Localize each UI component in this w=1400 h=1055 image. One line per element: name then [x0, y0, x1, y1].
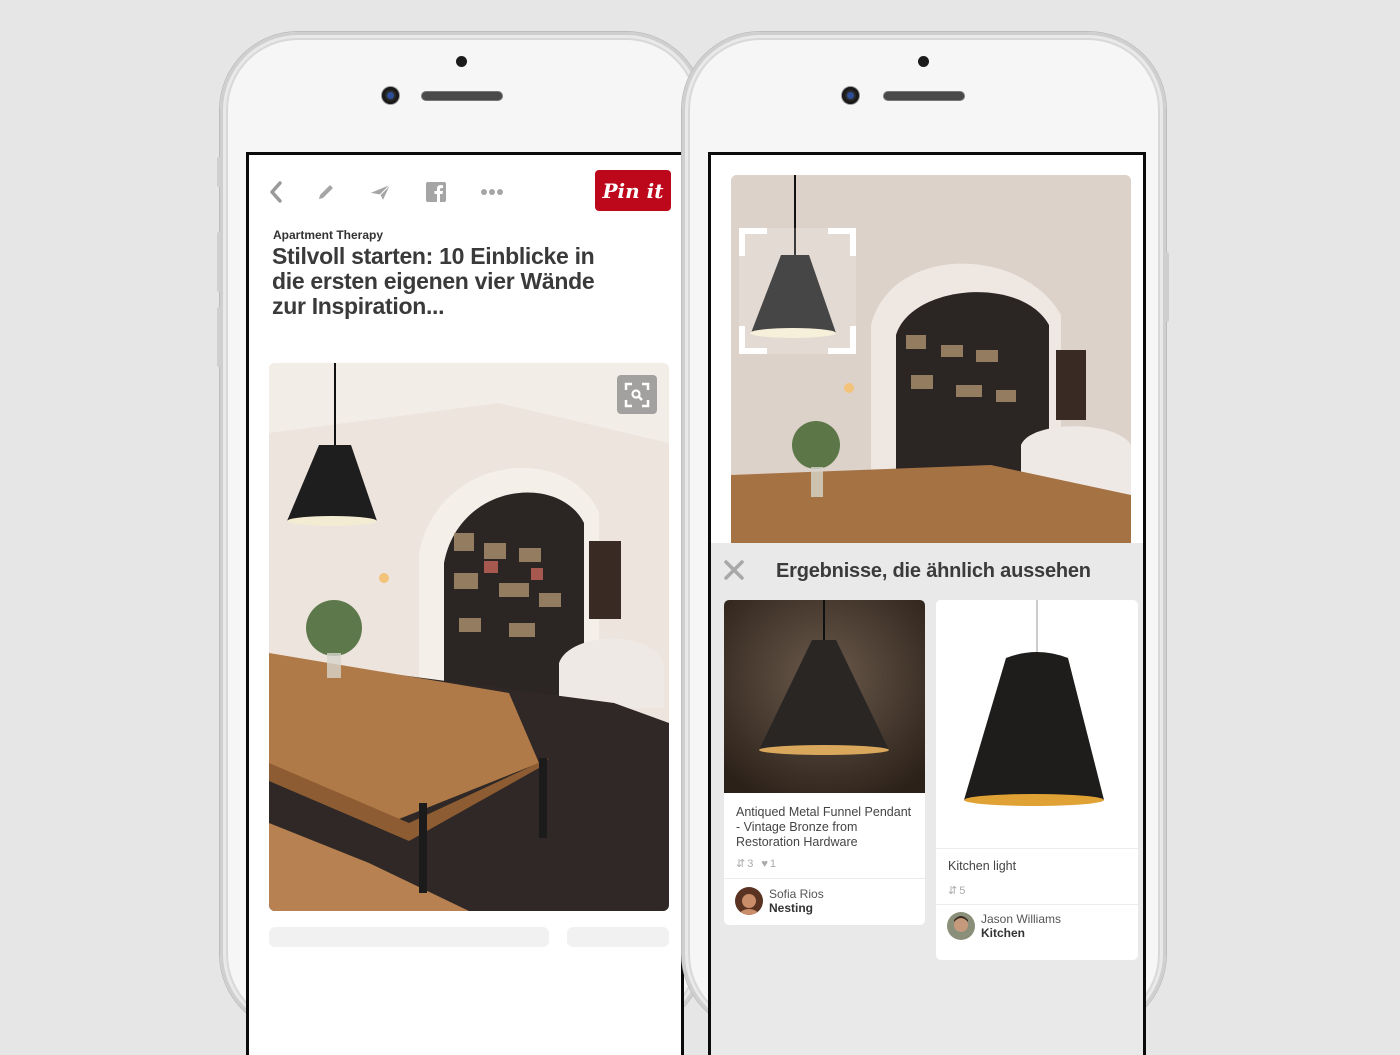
pin-it-button[interactable]: Pin it — [595, 170, 671, 211]
dining-room-image — [269, 363, 669, 911]
send-icon[interactable] — [367, 179, 393, 205]
results-title: Ergebnisse, die ähnlich aussehen — [776, 560, 1091, 582]
close-icon[interactable] — [723, 559, 745, 581]
crop-handle-bottom-right[interactable] — [828, 326, 856, 354]
heart-icon: ♥ — [761, 857, 768, 870]
proximity-sensor — [456, 56, 467, 67]
mute-switch — [217, 157, 221, 187]
card-divider — [724, 878, 925, 879]
selected-photo[interactable] — [731, 175, 1131, 543]
result-image — [936, 600, 1138, 848]
pinner-info[interactable]: Jason Williams Kitchen — [947, 912, 1061, 940]
front-camera — [382, 87, 399, 104]
more-dots-icon[interactable] — [479, 179, 505, 205]
earpiece-speaker — [884, 92, 964, 100]
earpiece-speaker — [422, 92, 502, 100]
board-name: Kitchen — [981, 926, 1026, 940]
repin-icon: ⇵ — [948, 885, 958, 897]
edit-pencil-icon[interactable] — [313, 179, 339, 205]
pinner-name: Jason Williams — [981, 912, 1062, 926]
result-description: Kitchen light — [948, 859, 1017, 873]
repin-count: 5 — [959, 884, 966, 897]
pin-source[interactable]: Apartment Therapy — [273, 228, 383, 242]
front-camera — [842, 87, 859, 104]
result-stats: ⇵ 5 — [948, 884, 966, 898]
pinner-name: Sofia Rios — [769, 887, 824, 901]
card-divider — [936, 848, 1138, 849]
proximity-sensor — [918, 56, 929, 67]
result-card[interactable]: Antiqued Metal Funnel Pendant - Vintage … — [724, 600, 925, 925]
volume-down-button — [217, 307, 221, 367]
pin-title: Stilvoll starten: 10 Einblicke in die er… — [272, 243, 595, 319]
back-chevron-icon[interactable] — [263, 179, 289, 205]
next-pin-card — [567, 927, 669, 947]
visual-search-icon — [624, 382, 650, 407]
like-count: 1 — [769, 857, 776, 870]
result-image — [724, 600, 925, 793]
similar-results-panel: Ergebnisse, die ähnlich aussehen Antique… — [711, 543, 1143, 1055]
pin-toolbar: Pin it — [249, 155, 681, 225]
board-name: Nesting — [769, 901, 814, 915]
crop-handle-top-right[interactable] — [828, 228, 856, 256]
avatar — [947, 912, 975, 940]
result-description: Antiqued Metal Funnel Pendant - Vintage … — [736, 805, 912, 849]
result-card[interactable]: Kitchen light ⇵ 5 Jason Williams Kitchen — [936, 600, 1138, 960]
power-button — [1165, 252, 1169, 322]
crop-handle-bottom-left[interactable] — [739, 326, 767, 354]
repin-count: 3 — [747, 857, 754, 870]
avatar — [735, 887, 763, 915]
next-pin-card — [269, 927, 549, 947]
repin-icon: ⇵ — [736, 858, 746, 870]
visual-search-button[interactable] — [617, 375, 657, 414]
result-stats: ⇵ 3 ♥ 1 — [736, 857, 776, 871]
left-screen: Pin it Apartment Therapy Stilvoll starte… — [246, 152, 684, 1055]
crop-handle-top-left[interactable] — [739, 228, 767, 256]
crop-selection-box[interactable] — [739, 228, 856, 354]
pin-photo[interactable] — [269, 363, 669, 911]
volume-up-button — [217, 232, 221, 292]
right-phone-frame: Ergebnisse, die ähnlich aussehen Antique… — [682, 32, 1169, 1055]
left-phone-frame: Pin it Apartment Therapy Stilvoll starte… — [217, 32, 704, 1055]
facebook-icon[interactable] — [423, 179, 449, 205]
pinner-info[interactable]: Sofia Rios Nesting — [735, 887, 824, 915]
right-screen: Ergebnisse, die ähnlich aussehen Antique… — [708, 152, 1146, 1055]
card-divider — [936, 904, 1138, 905]
